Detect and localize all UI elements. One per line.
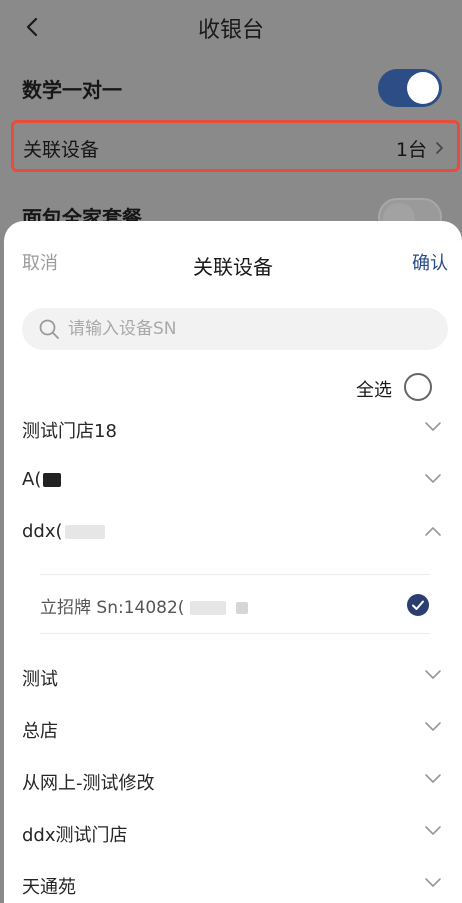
list-item-store[interactable]: A( — [4, 455, 462, 507]
confirm-button[interactable]: 确认 — [412, 249, 448, 275]
toggle-switch[interactable] — [378, 69, 442, 107]
search-icon — [39, 319, 59, 339]
chevron-down-icon — [425, 670, 441, 679]
store-name: ddx( — [22, 521, 105, 542]
list-item-store[interactable]: ddx测试门店 — [4, 807, 462, 859]
chevron-up-icon — [425, 527, 441, 536]
store-name: A( — [22, 469, 62, 490]
list-item-store[interactable]: 从网上-测试修改 — [4, 755, 462, 807]
store-name: 天通苑 — [22, 877, 76, 898]
device-item[interactable]: 立招牌 Sn:14082( — [40, 574, 430, 634]
list-item-store[interactable]: 总店 — [4, 703, 462, 755]
chevron-down-icon — [425, 422, 441, 431]
linked-device-sheet: 取消 关联设备 确认 全选 测试门店18 A( ddx( 立招牌 Sn:1408… — [4, 221, 462, 903]
store-name: ddx测试门店 — [22, 825, 128, 846]
sheet-header: 取消 关联设备 确认 — [4, 221, 462, 297]
page-title: 收银台 — [197, 18, 264, 43]
select-all[interactable]: 全选 — [312, 373, 432, 403]
row-label: 数学一对一 — [22, 78, 122, 102]
row-math-one-on-one: 数学一对一 — [0, 66, 462, 110]
chevron-down-icon — [425, 826, 441, 835]
chevron-down-icon — [425, 878, 441, 887]
row-value: 1台 — [395, 139, 427, 161]
chevron-down-icon — [425, 722, 441, 731]
list-item-store[interactable]: 测试 — [4, 651, 462, 703]
store-name: 总店 — [22, 721, 58, 742]
select-all-checkbox[interactable] — [404, 373, 432, 401]
store-name: 测试 — [22, 669, 58, 690]
list-item-store-expanded[interactable]: ddx( — [4, 507, 462, 559]
linked-device-row[interactable]: 关联设备 1台 — [11, 120, 460, 172]
search-box[interactable] — [22, 308, 448, 350]
chevron-down-icon — [425, 774, 441, 783]
chevron-right-icon — [436, 142, 443, 154]
chevron-down-icon — [425, 474, 441, 483]
list-item-store[interactable]: 测试门店18 — [4, 403, 462, 455]
sheet-title: 关联设备 — [193, 255, 273, 279]
list-item-store[interactable]: 天通苑 — [4, 859, 462, 903]
select-all-label: 全选 — [356, 380, 392, 401]
store-name: 测试门店18 — [22, 421, 117, 442]
device-name: 立招牌 Sn:14082( — [40, 593, 249, 618]
store-name: 从网上-测试修改 — [22, 773, 155, 794]
nav-bar: 收银台 — [0, 0, 462, 54]
row-label: 关联设备 — [23, 139, 100, 161]
check-circle-icon[interactable] — [406, 593, 430, 617]
search-input[interactable] — [68, 308, 428, 350]
